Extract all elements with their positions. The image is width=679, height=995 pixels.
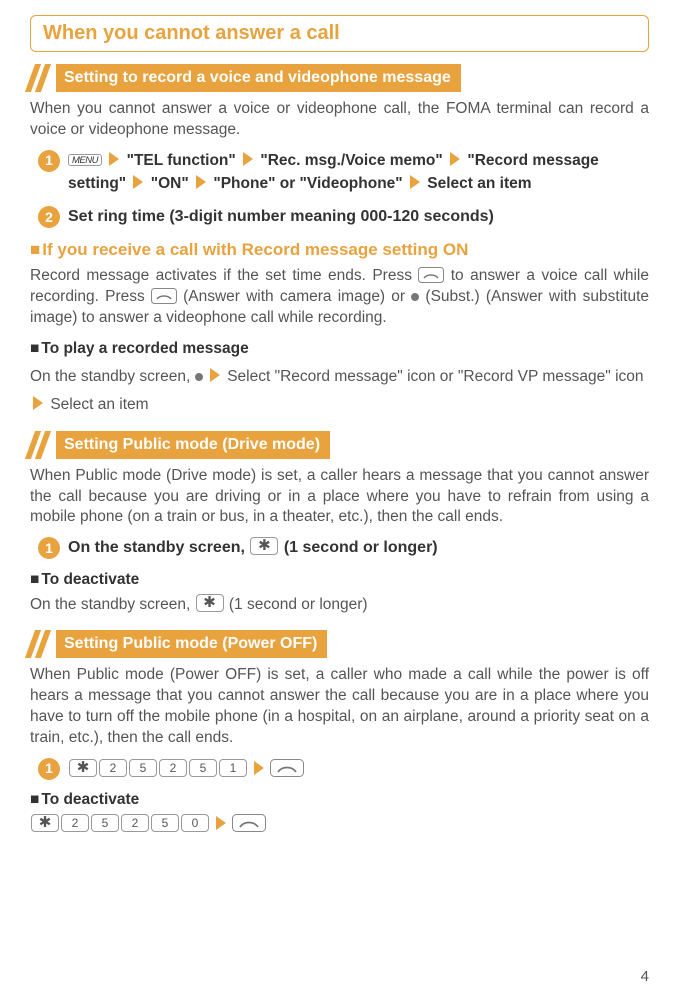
step-1: 1 MENU "TEL function" "Rec. msg./Voice m… <box>38 149 649 196</box>
poweroff-deactivate-heading: ■To deactivate <box>30 790 649 811</box>
banner-slash-icon <box>30 431 50 459</box>
step-1-content: MENU "TEL function" "Rec. msg./Voice mem… <box>68 149 649 196</box>
arrow-icon <box>210 368 220 382</box>
poweroff-step-1: 1 ✱ 2 5 2 5 1 <box>38 757 649 780</box>
square-bullet-icon: ■ <box>30 240 40 259</box>
star-key-icon: ✱ <box>69 759 97 777</box>
key-1-icon: 1 <box>219 759 247 777</box>
subheading-play-recorded: ■To play a recorded message <box>30 339 649 360</box>
section-banner-drive: Setting Public mode (Drive mode) <box>30 431 330 459</box>
arrow-icon <box>254 761 264 775</box>
key-2-icon: 2 <box>99 759 127 777</box>
step-2-content: Set ring time (3-digit number meaning 00… <box>68 205 649 229</box>
banner-slash-icon <box>30 630 50 658</box>
page-number: 4 <box>641 967 649 987</box>
key-5-icon: 5 <box>189 759 217 777</box>
step-number-1-icon: 1 <box>38 537 60 559</box>
poweroff-deactivate-keys: ✱ 2 5 2 5 0 <box>30 814 649 832</box>
drive-deactivate-body: On the standby screen, ✱ (1 second or lo… <box>30 594 649 616</box>
section-banner-record: Setting to record a voice and videophone… <box>30 64 461 92</box>
section4-intro: When Public mode (Power OFF) is set, a c… <box>30 665 649 749</box>
arrow-icon <box>109 152 119 166</box>
key-5-icon: 5 <box>151 814 179 832</box>
square-bullet-icon: ■ <box>30 571 39 588</box>
play-recorded-body: On the standby screen, Select "Record me… <box>30 363 649 419</box>
step-number-1-icon: 1 <box>38 758 60 780</box>
call-key-icon <box>232 814 266 832</box>
drive-step-1: 1 On the standby screen, ✱ (1 second or … <box>38 536 649 560</box>
call-key-icon <box>270 759 304 777</box>
menu-key-icon: MENU <box>68 154 102 167</box>
banner-text: Setting Public mode (Power OFF) <box>56 630 327 658</box>
section1-intro: When you cannot answer a voice or videop… <box>30 99 649 141</box>
page-title: When you cannot answer a call <box>30 15 649 52</box>
banner-text: Setting Public mode (Drive mode) <box>56 431 330 459</box>
arrow-icon <box>33 396 43 410</box>
section-banner-poweroff: Setting Public mode (Power OFF) <box>30 630 327 658</box>
arrow-icon <box>216 816 226 830</box>
step-number-2-icon: 2 <box>38 206 60 228</box>
call-key-icon <box>151 288 177 304</box>
square-bullet-icon: ■ <box>30 340 39 357</box>
center-key-icon <box>195 373 203 381</box>
arrow-icon <box>410 175 420 189</box>
step-2: 2 Set ring time (3-digit number meaning … <box>38 205 649 229</box>
step-number-1-icon: 1 <box>38 150 60 172</box>
banner-text: Setting to record a voice and videophone… <box>56 64 461 92</box>
star-key-icon: ✱ <box>196 594 224 612</box>
call-key-icon <box>418 267 444 283</box>
section2-body: Record message activates if the set time… <box>30 266 649 329</box>
star-key-icon: ✱ <box>31 814 59 832</box>
arrow-icon <box>243 152 253 166</box>
key-5-icon: 5 <box>129 759 157 777</box>
arrow-icon <box>196 175 206 189</box>
key-2-icon: 2 <box>121 814 149 832</box>
subheading-receive-call: ■If you receive a call with Record messa… <box>30 239 649 262</box>
arrow-icon <box>450 152 460 166</box>
drive-step-content: On the standby screen, ✱ (1 second or lo… <box>68 536 649 560</box>
key-0-icon: 0 <box>181 814 209 832</box>
arrow-icon <box>133 175 143 189</box>
banner-slash-icon <box>30 64 50 92</box>
section3-intro: When Public mode (Drive mode) is set, a … <box>30 466 649 529</box>
key-2-icon: 2 <box>61 814 89 832</box>
key-2-icon: 2 <box>159 759 187 777</box>
star-key-icon: ✱ <box>250 537 278 555</box>
drive-deactivate-heading: ■To deactivate <box>30 570 649 591</box>
key-5-icon: 5 <box>91 814 119 832</box>
square-bullet-icon: ■ <box>30 791 39 808</box>
